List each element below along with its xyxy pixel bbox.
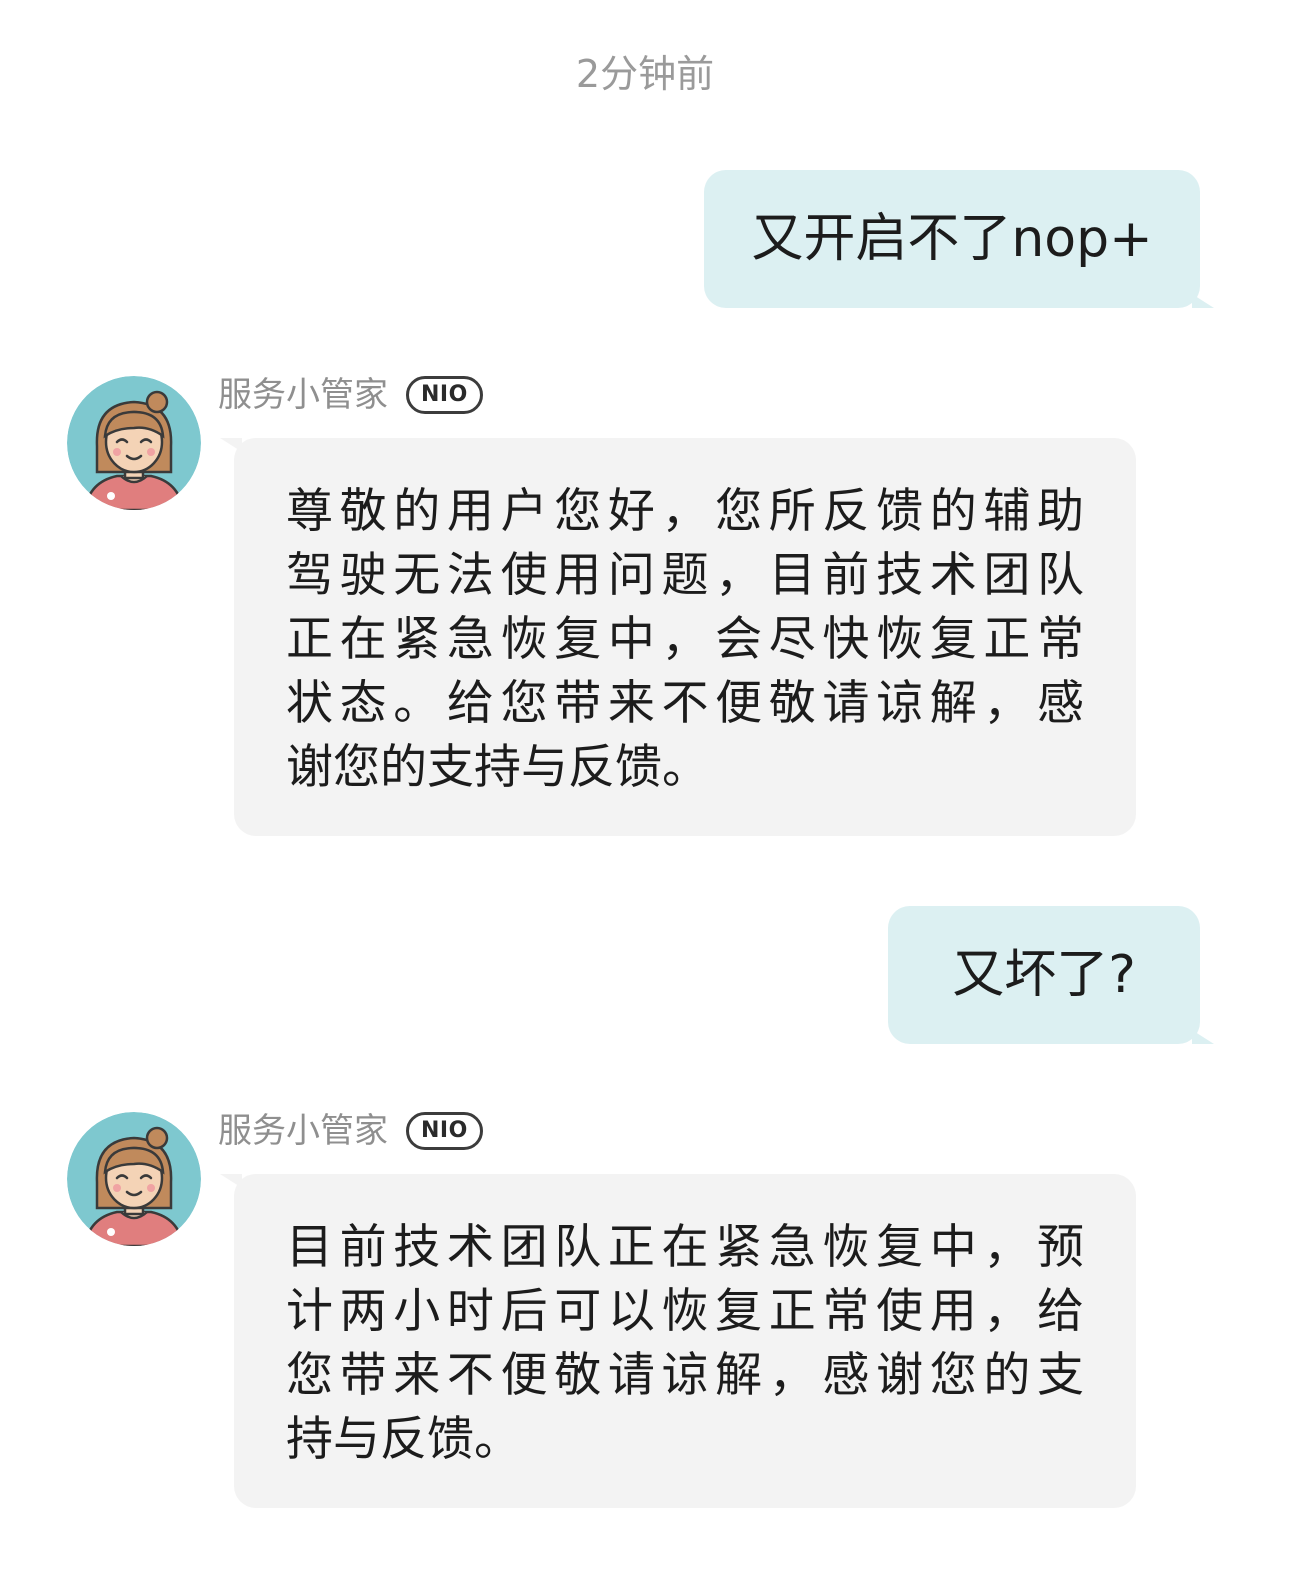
sender-name: 服务小管家 xyxy=(218,375,388,415)
sender-label: 服务小管家 NIO xyxy=(218,1106,483,1156)
user-message-bubble[interactable]: 又开启不了nop+ xyxy=(704,170,1214,308)
agent-message-bubble[interactable]: 目前技术团队正在紧急恢复中，预 计两小时后可以恢复正常使用，给 您带来不便敬请谅… xyxy=(220,1174,1136,1508)
message-line: 目前技术团队正在紧急恢复中，预 xyxy=(286,1220,1084,1275)
message-line: 谢您的支持与反馈。 xyxy=(286,740,709,795)
message-line: 尊敬的用户您好，您所反馈的辅助 xyxy=(286,484,1084,539)
sender-label: 服务小管家 NIO xyxy=(218,370,483,420)
nio-badge: NIO xyxy=(406,376,483,414)
message-timestamp: 2分钟前 xyxy=(575,52,715,96)
user-message-text: 又开启不了nop+ xyxy=(751,209,1153,269)
agent-avatar-icon[interactable] xyxy=(67,1112,201,1246)
message-line: 计两小时后可以恢复正常使用，给 xyxy=(286,1284,1084,1339)
nio-badge: NIO xyxy=(406,1112,483,1150)
message-line: 状态。给您带来不便敬请谅解，感 xyxy=(286,676,1084,731)
message-line: 正在紧急恢复中，会尽快恢复正常 xyxy=(286,612,1084,667)
agent-avatar-icon[interactable] xyxy=(67,376,201,510)
message-line: 持与反馈。 xyxy=(286,1412,521,1467)
message-line: 驾驶无法使用问题，目前技术团队 xyxy=(286,548,1084,603)
message-line: 您带来不便敬请谅解，感谢您的支 xyxy=(286,1348,1084,1403)
sender-name: 服务小管家 xyxy=(218,1111,388,1151)
user-message-bubble[interactable]: 又坏了? xyxy=(888,906,1214,1044)
user-message-text: 又坏了? xyxy=(952,945,1136,1005)
agent-message-bubble[interactable]: 尊敬的用户您好，您所反馈的辅助 驾驶无法使用问题，目前技术团队 正在紧急恢复中，… xyxy=(220,438,1136,836)
